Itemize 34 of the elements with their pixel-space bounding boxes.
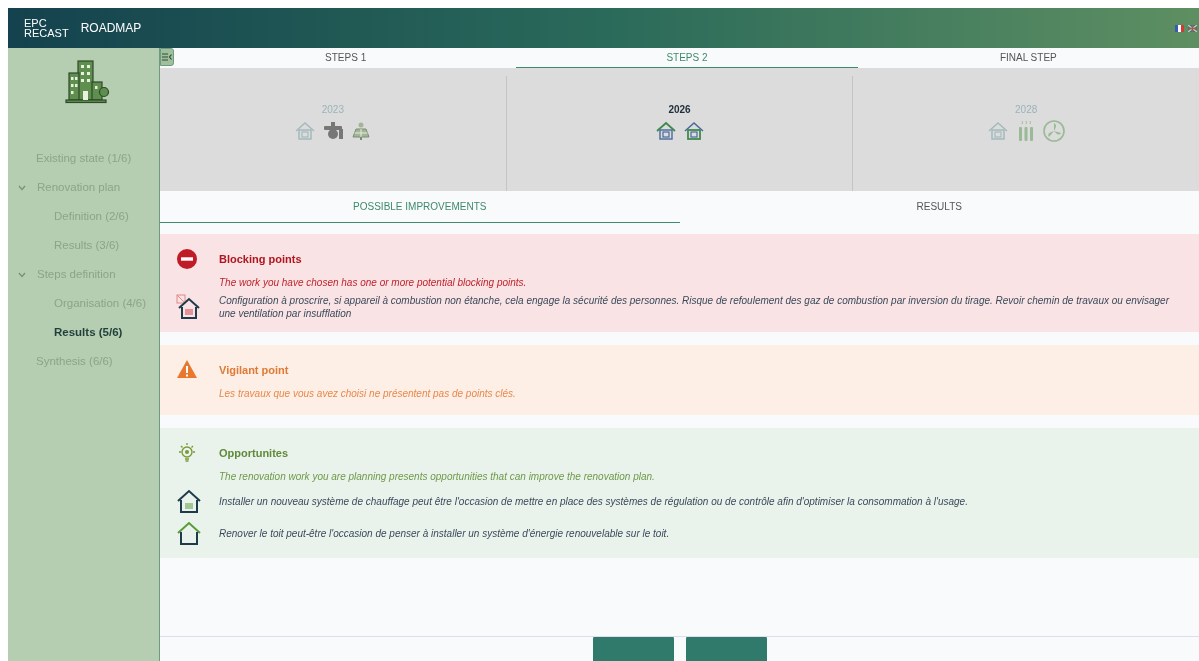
step-year: 2023 xyxy=(321,104,344,115)
flag-icon[interactable] xyxy=(1188,24,1197,32)
flag-icon[interactable] xyxy=(1175,24,1184,32)
section-text: Renover le toit peut-être l'occasion de penser à installer un système d'énergie renouvelable sur le toit. xyxy=(219,526,670,540)
fan-icon xyxy=(1042,119,1067,143)
section-title: Blocking points xyxy=(219,253,302,265)
sidebar-item[interactable]: Results (5/6) xyxy=(8,318,159,347)
step-tab[interactable]: FINAL STEP xyxy=(857,48,1199,68)
house-icon xyxy=(176,488,202,514)
step-tab[interactable]: STEPS 1 xyxy=(175,48,517,68)
improvements-tab[interactable]: POSSIBLE IMPROVEMENTS xyxy=(160,191,680,223)
warning-icon xyxy=(176,359,198,381)
office-building-icon xyxy=(63,58,110,104)
light-bulb-icon xyxy=(176,442,198,464)
section-subtitle: The work you have chosen has one or more potential blocking points. xyxy=(219,277,528,288)
chevron-icon xyxy=(18,184,26,191)
section-title: Opportunites xyxy=(219,447,289,459)
app-title: ROADMAP xyxy=(80,21,142,35)
house-icon xyxy=(176,520,202,546)
menu-collapse-icon xyxy=(162,53,172,61)
section-title: Vigilant point xyxy=(219,364,289,376)
chevron-icon xyxy=(18,271,26,278)
logo-text: EPC xyxy=(24,18,48,28)
collapse-button[interactable] xyxy=(160,48,174,66)
step-year: 2028 xyxy=(1015,104,1038,115)
section-subtitle: The renovation work you are planning presents opportunities that can improve the renovation plan. xyxy=(219,471,656,482)
house-icon xyxy=(176,294,202,320)
section-subtitle: Les travaux que vous avez choisi ne présentent pas de points clés. xyxy=(219,388,517,399)
logo-text: RECAST xyxy=(24,28,69,38)
section-text: Installer un nouveau système de chauffage peut être l'occasion de mettre en place des systèmes de régulation ou de contrôle afin d'optimiser la consommation à l'usage. xyxy=(219,494,968,508)
results-tab[interactable]: RESULTS xyxy=(679,191,1199,223)
section-text: Configuration à proscrire, si appareil à combustion non étanche, cela engage la sécurité des personnes. Risque de refoulement des gaz de combustion par inversion du tirage. Revoir chemin de travaux ou envisager une ventilation par insufflation xyxy=(219,294,1171,320)
step-year: 2026 xyxy=(668,104,691,115)
no-entry-icon xyxy=(176,248,198,270)
